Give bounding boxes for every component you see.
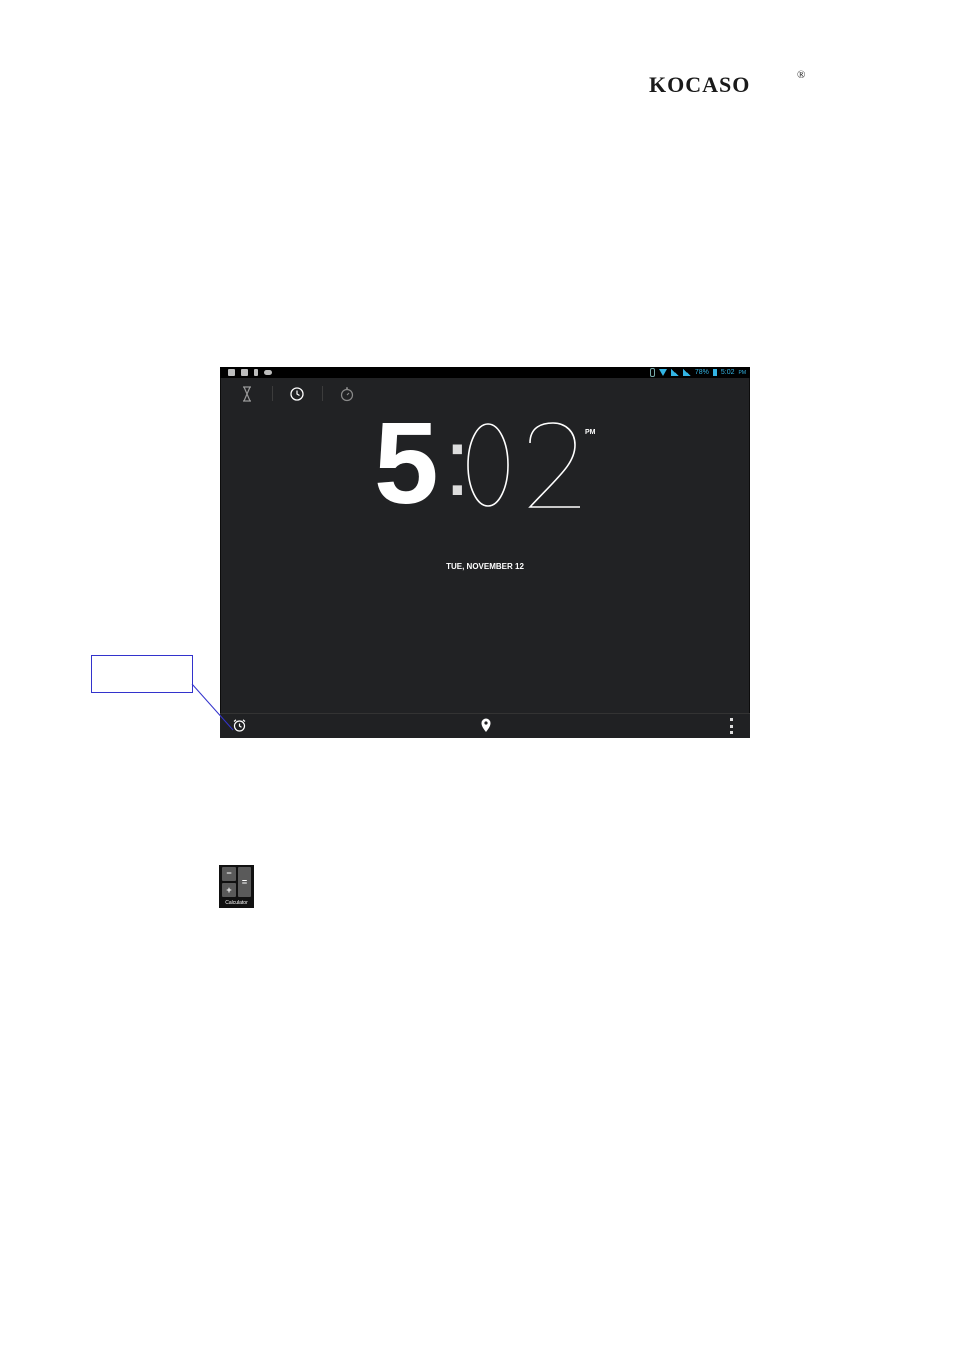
calculator-plus-key: + <box>222 883 236 897</box>
signal-icon <box>682 369 691 376</box>
alarm-button[interactable] <box>232 718 247 733</box>
registered-mark: ® <box>797 69 806 81</box>
hourglass-icon <box>243 386 251 402</box>
image-icon <box>241 369 248 376</box>
clock-minutes-drawing <box>467 422 580 508</box>
battery-icon <box>712 369 717 376</box>
location-pin-icon <box>481 718 491 732</box>
clock-app-screenshot: 78% 5:02 PM 5 : PM TUE, NOVEMBER 12 <box>220 367 750 738</box>
bluetooth-icon <box>649 368 655 377</box>
battery-percent: 78% <box>694 369 709 376</box>
calculator-equals-key: = <box>238 867 251 897</box>
clock-hour: 5 <box>374 398 439 528</box>
cities-button[interactable] <box>480 717 492 733</box>
callout-box <box>91 655 193 693</box>
signal-icon <box>670 369 679 376</box>
tab-timer[interactable] <box>237 384 257 404</box>
status-bar: 78% 5:02 PM <box>220 367 750 378</box>
calculator-label: Calculator <box>225 900 248 906</box>
status-time-suffix: PM <box>738 369 747 376</box>
clock-bottom-bar <box>220 713 750 738</box>
calculator-minus-key: − <box>222 867 236 881</box>
overflow-menu-icon[interactable] <box>730 718 734 734</box>
screenshot-icon <box>228 369 235 376</box>
status-time: 5:02 <box>720 369 735 376</box>
calculator-app-icon[interactable]: − + = Calculator <box>219 865 254 908</box>
alarm-clock-icon <box>233 719 246 732</box>
usb-icon <box>254 369 258 376</box>
kocaso-logo: KOCASO <box>649 72 751 97</box>
clock-date: TUE, NOVEMBER 12 <box>446 562 524 571</box>
wifi-icon <box>658 369 667 376</box>
stopwatch-icon <box>340 387 354 402</box>
game-icon <box>264 370 272 375</box>
tab-stopwatch[interactable] <box>337 384 357 404</box>
tab-clock[interactable] <box>287 384 307 404</box>
clock-ampm: PM <box>585 429 596 436</box>
clock-icon <box>290 387 304 401</box>
